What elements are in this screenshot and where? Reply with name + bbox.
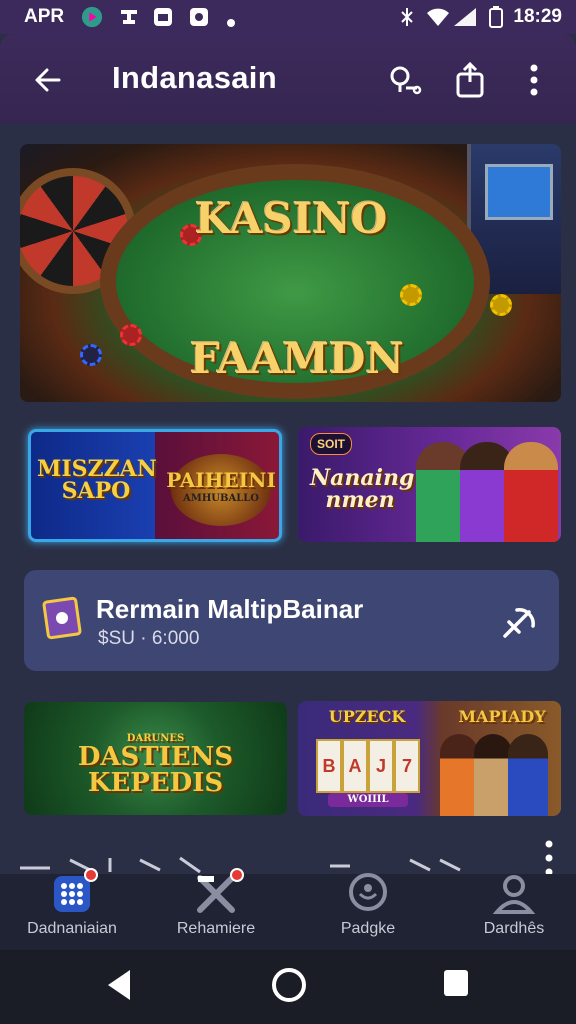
chip-icon xyxy=(80,344,102,366)
person-icon xyxy=(492,875,536,914)
character-image xyxy=(440,734,478,816)
game-card-right-sub: AMHUBALLO xyxy=(183,493,259,504)
more-vert-icon xyxy=(530,64,538,96)
nav-item-dardhes[interactable]: Dardhês xyxy=(442,874,576,950)
promo-title: Rermain MaltipBainar xyxy=(96,594,364,624)
character-image xyxy=(504,442,558,542)
key-button[interactable] xyxy=(385,60,425,100)
vibrate-icon xyxy=(401,8,413,26)
arrow-left-icon xyxy=(35,68,61,92)
signal-icon xyxy=(454,8,476,26)
character-image xyxy=(508,734,548,816)
dismiss-icon[interactable] xyxy=(499,600,541,642)
wifi-icon xyxy=(427,8,449,26)
share-button[interactable] xyxy=(450,60,490,100)
hero-banner[interactable]: KASINO FAAMDN xyxy=(20,144,561,402)
nav-label: Rehamiere xyxy=(176,920,256,937)
hero-title: KASINO xyxy=(195,194,388,243)
slot-bar: WOIIIL xyxy=(328,793,408,807)
chip-icon xyxy=(490,294,512,316)
home-circle-icon[interactable] xyxy=(270,966,308,1004)
chip-icon xyxy=(400,284,422,306)
game-card-miszzan[interactable]: MISZZAN SAPO PAIHEINI AMHUBALLO xyxy=(28,429,282,542)
bottom-nav: Dadnaniaian Rehamiere Padgke Dardhês xyxy=(0,868,576,950)
photo-icon xyxy=(154,8,172,26)
promo-card[interactable]: Rermain MaltipBainar $SU · 6:000 xyxy=(24,570,559,671)
slot-reel: J xyxy=(368,739,394,793)
game-card-text: DASTIENS KEPEDIS xyxy=(77,742,234,798)
game-card-dastiens[interactable]: DARUNES DASTIENS KEPEDIS xyxy=(24,702,287,815)
nav-label: Dardhês xyxy=(483,920,545,937)
status-bar: APR 18:29 xyxy=(0,0,576,34)
chat-icon xyxy=(349,873,387,911)
more-vert-icon[interactable] xyxy=(544,838,554,878)
character-image xyxy=(474,734,512,816)
recents-square-icon[interactable] xyxy=(442,968,470,998)
status-time: 18:29 xyxy=(513,6,562,27)
slot-reel: A xyxy=(342,739,368,793)
promo-badge: SOIT xyxy=(310,433,353,455)
nav-label: Dadnaniaian xyxy=(27,920,117,937)
key-icon xyxy=(390,66,422,95)
chip-icon xyxy=(120,324,142,346)
game-card-right-text: PAIHEINI xyxy=(166,468,276,492)
game-card-right-title: MAPIADY xyxy=(458,707,546,726)
game-card-nanaing[interactable]: SOIT Nanaing nmen xyxy=(298,427,561,542)
ticket-icon xyxy=(42,596,82,640)
game-card-text: Nanaing nmen xyxy=(310,465,415,513)
nav-label: Padgke xyxy=(340,920,396,937)
game-card-left-text: MISZZAN SAPO xyxy=(37,456,157,504)
battery-icon xyxy=(489,6,503,28)
notification-badge xyxy=(230,868,244,882)
camera-icon xyxy=(190,8,208,26)
back-triangle-icon[interactable] xyxy=(104,968,134,1002)
back-button[interactable] xyxy=(28,60,68,100)
sim-icon xyxy=(121,10,137,24)
share-icon xyxy=(456,62,484,98)
system-nav-bar xyxy=(0,950,576,1024)
app-bar: Indanasain xyxy=(0,34,576,124)
nav-item-dadnaniaian[interactable]: Dadnaniaian xyxy=(0,868,144,950)
slot-title: UPZECK xyxy=(328,707,406,726)
game-card-upzeck[interactable]: UPZECK B A J 7 WOIIIL MAPIADY xyxy=(298,701,561,816)
hero-subtitle: FAAMDN xyxy=(190,334,404,383)
notification-badge xyxy=(84,868,98,882)
more-options-button[interactable] xyxy=(514,60,554,100)
notification-dot-icon xyxy=(227,19,235,27)
play-store-icon xyxy=(81,6,103,28)
slot-reel: B xyxy=(316,739,342,793)
page-title: Indanasain xyxy=(112,60,277,95)
promo-subtitle: $SU · 6:000 xyxy=(98,628,200,649)
nav-item-padgke[interactable]: Padgke xyxy=(296,873,440,950)
status-carrier: APR xyxy=(24,6,65,27)
nav-item-rehamiere[interactable]: Rehamiere xyxy=(144,868,288,950)
slot-reel: 7 xyxy=(394,739,420,793)
